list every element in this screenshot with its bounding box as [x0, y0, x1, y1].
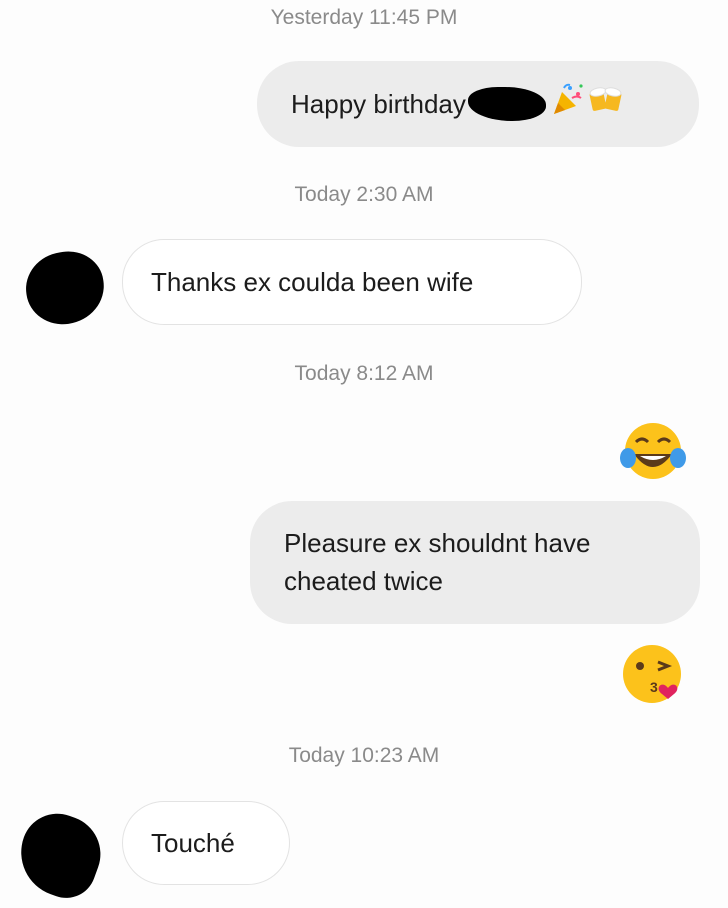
- timestamp: Today 10:23 AM: [288, 744, 440, 767]
- message-text-line: Pleasure ex shouldnt have: [284, 528, 591, 558]
- chat-screen: { "messages": [ {"timestamp": "Yesterday…: [0, 0, 728, 908]
- message-text: Touché: [151, 828, 235, 858]
- redacted-name: [467, 87, 546, 121]
- party-popper-icon: [550, 82, 586, 126]
- timestamp: Today 2:30 AM: [294, 183, 434, 206]
- beer-mugs-icon: [588, 82, 624, 126]
- message-text-line: cheated twice: [284, 566, 443, 596]
- received-message-bubble[interactable]: Touché: [122, 801, 290, 885]
- timestamp: Yesterday 11:45 PM: [270, 6, 458, 29]
- sent-message-bubble[interactable]: Happy birthday: [257, 61, 699, 147]
- timestamp: Today 8:12 AM: [294, 362, 434, 385]
- sent-message-bubble[interactable]: Pleasure ex shouldnt have cheated twice: [250, 501, 700, 624]
- message-text: Thanks ex coulda been wife: [151, 267, 474, 297]
- received-message-bubble[interactable]: Thanks ex coulda been wife: [122, 239, 582, 325]
- svg-text:3: 3: [650, 679, 658, 695]
- message-text: Happy birthday: [291, 89, 466, 119]
- tears-of-joy-icon[interactable]: [618, 418, 688, 489]
- avatar[interactable]: [8, 803, 112, 907]
- kissing-heart-icon[interactable]: 3: [616, 638, 688, 713]
- avatar[interactable]: [21, 246, 109, 330]
